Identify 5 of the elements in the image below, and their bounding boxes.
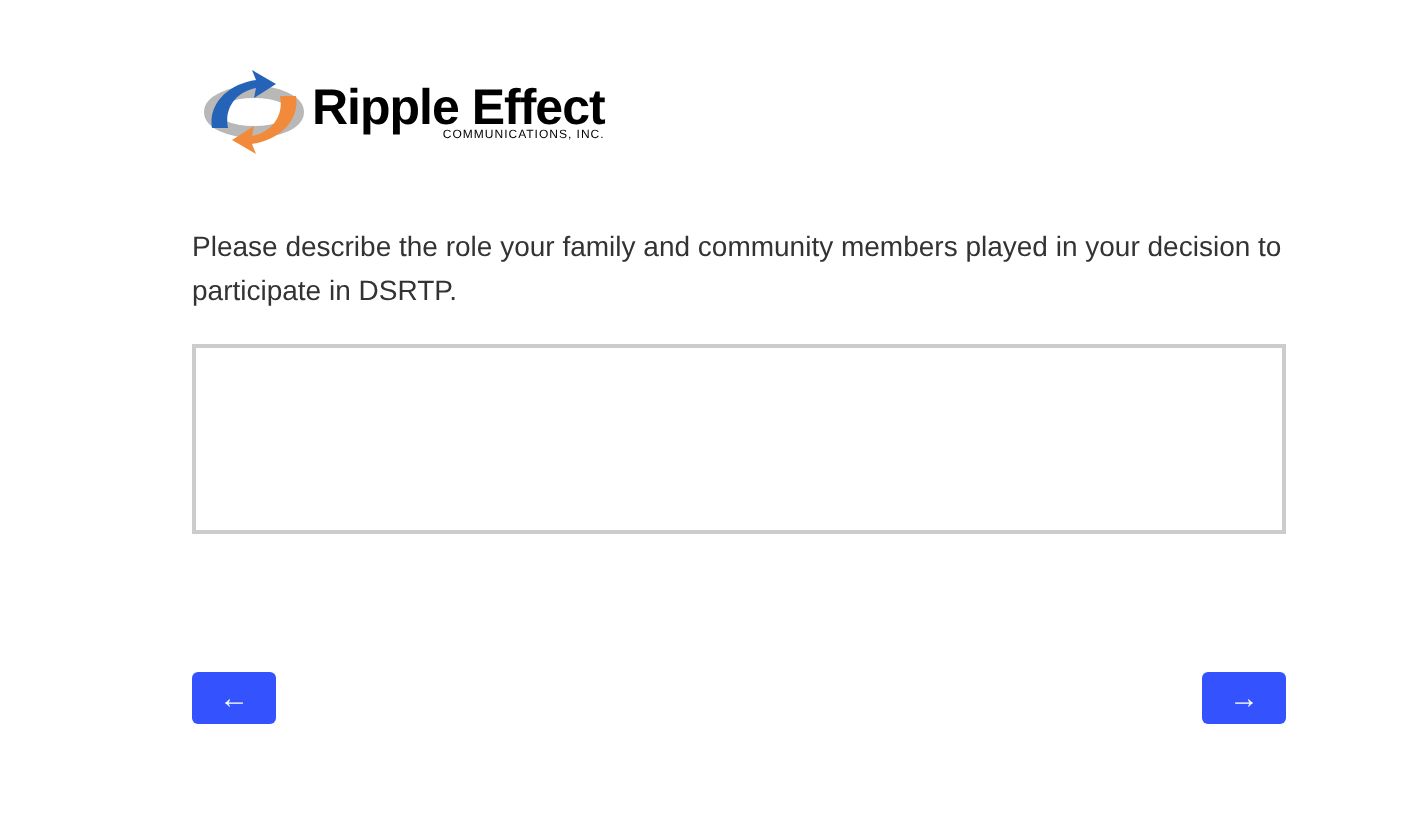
logo-icon	[200, 68, 308, 156]
answer-box[interactable]	[192, 344, 1286, 534]
next-button[interactable]: →	[1202, 672, 1286, 724]
back-button[interactable]: ←	[192, 672, 276, 724]
question-text: Please describe the role your family and community members played in your decision to participate in DSRTP.	[192, 228, 1284, 310]
